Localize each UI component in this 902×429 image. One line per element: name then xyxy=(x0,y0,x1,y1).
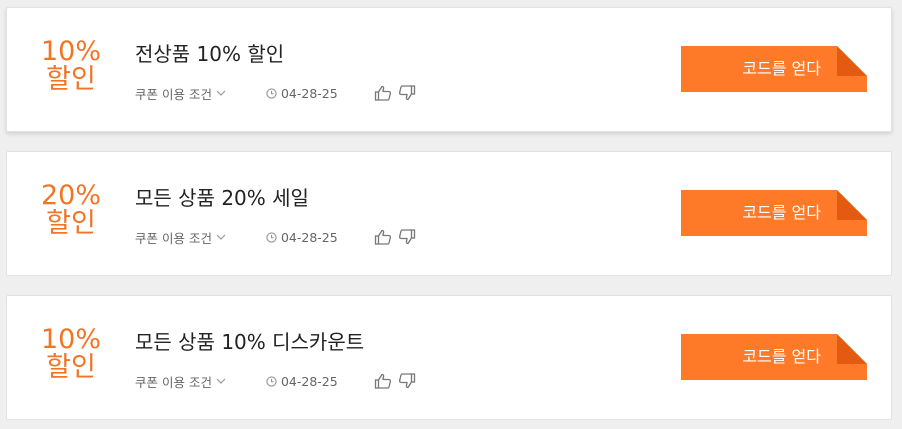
chevron-down-icon xyxy=(216,378,226,384)
thumbs-down-icon[interactable] xyxy=(398,228,416,246)
coupon-conditions-toggle[interactable]: 쿠폰 이용 조건 xyxy=(135,228,226,247)
vote-buttons xyxy=(374,372,416,390)
coupon-expiry-date: 04-28-25 xyxy=(280,229,338,245)
thumbs-down-icon[interactable] xyxy=(398,372,416,390)
coupon-conditions-toggle[interactable]: 쿠폰 이용 조건 xyxy=(135,372,226,391)
coupon-meta: 쿠폰 이용 조건 04-28-25 xyxy=(135,228,416,246)
get-code-label: 코드를 얻다 xyxy=(742,203,821,222)
coupon-expiry-date: 04-28-25 xyxy=(280,373,338,389)
coupon-title: 전상품 10% 할인 xyxy=(135,42,285,66)
chevron-down-icon xyxy=(216,90,226,96)
coupon-expiry-date: 04-28-25 xyxy=(280,85,338,101)
get-code-button[interactable]: 코드를 얻다 xyxy=(681,334,867,380)
coupon-title: 모든 상품 10% 디스카운트 xyxy=(135,330,365,354)
discount-value: 10% xyxy=(40,324,101,355)
coupon-title: 모든 상품 20% 세일 xyxy=(135,186,309,210)
vote-buttons xyxy=(374,228,416,246)
coupon-conditions-label: 쿠폰 이용 조건 xyxy=(135,86,212,102)
clock-icon xyxy=(266,375,277,387)
get-code-label: 코드를 얻다 xyxy=(742,347,821,366)
thumbs-up-icon[interactable] xyxy=(374,84,392,102)
coupon-conditions-label: 쿠폰 이용 조건 xyxy=(135,374,212,390)
folded-corner-icon xyxy=(837,334,867,364)
clock-icon xyxy=(266,87,277,99)
folded-corner-icon xyxy=(837,190,867,220)
vote-buttons xyxy=(374,84,416,102)
chevron-down-icon xyxy=(216,234,226,240)
coupon-card: 20% 할인 모든 상품 20% 세일 쿠폰 이용 조건 04-28-25 코드… xyxy=(6,151,892,276)
coupon-conditions-label: 쿠폰 이용 조건 xyxy=(135,230,212,246)
thumbs-up-icon[interactable] xyxy=(374,228,392,246)
coupon-card: 10% 할인 전상품 10% 할인 쿠폰 이용 조건 04-28-25 코드를 … xyxy=(6,7,892,132)
discount-unit: 할인 xyxy=(46,352,96,383)
discount-value: 20% xyxy=(40,180,101,211)
coupon-conditions-toggle[interactable]: 쿠폰 이용 조건 xyxy=(135,84,226,103)
coupon-list: 10% 할인 전상품 10% 할인 쿠폰 이용 조건 04-28-25 코드를 … xyxy=(0,0,902,429)
coupon-card: 10% 할인 모든 상품 10% 디스카운트 쿠폰 이용 조건 04-28-25… xyxy=(6,295,892,420)
get-code-label: 코드를 얻다 xyxy=(742,59,821,78)
coupon-expiry: 04-28-25 xyxy=(266,374,338,389)
discount-badge: 20% 할인 xyxy=(27,182,115,238)
coupon-meta: 쿠폰 이용 조건 04-28-25 xyxy=(135,84,416,102)
coupon-meta: 쿠폰 이용 조건 04-28-25 xyxy=(135,372,416,390)
coupon-expiry: 04-28-25 xyxy=(266,86,338,101)
thumbs-down-icon[interactable] xyxy=(398,84,416,102)
coupon-expiry: 04-28-25 xyxy=(266,230,338,245)
clock-icon xyxy=(266,231,277,243)
discount-unit: 할인 xyxy=(46,208,96,239)
discount-badge: 10% 할인 xyxy=(27,326,115,382)
discount-unit: 할인 xyxy=(46,64,96,95)
discount-badge: 10% 할인 xyxy=(27,38,115,94)
get-code-button[interactable]: 코드를 얻다 xyxy=(681,46,867,92)
folded-corner-icon xyxy=(837,46,867,76)
thumbs-up-icon[interactable] xyxy=(374,372,392,390)
discount-value: 10% xyxy=(40,36,101,67)
get-code-button[interactable]: 코드를 얻다 xyxy=(681,190,867,236)
